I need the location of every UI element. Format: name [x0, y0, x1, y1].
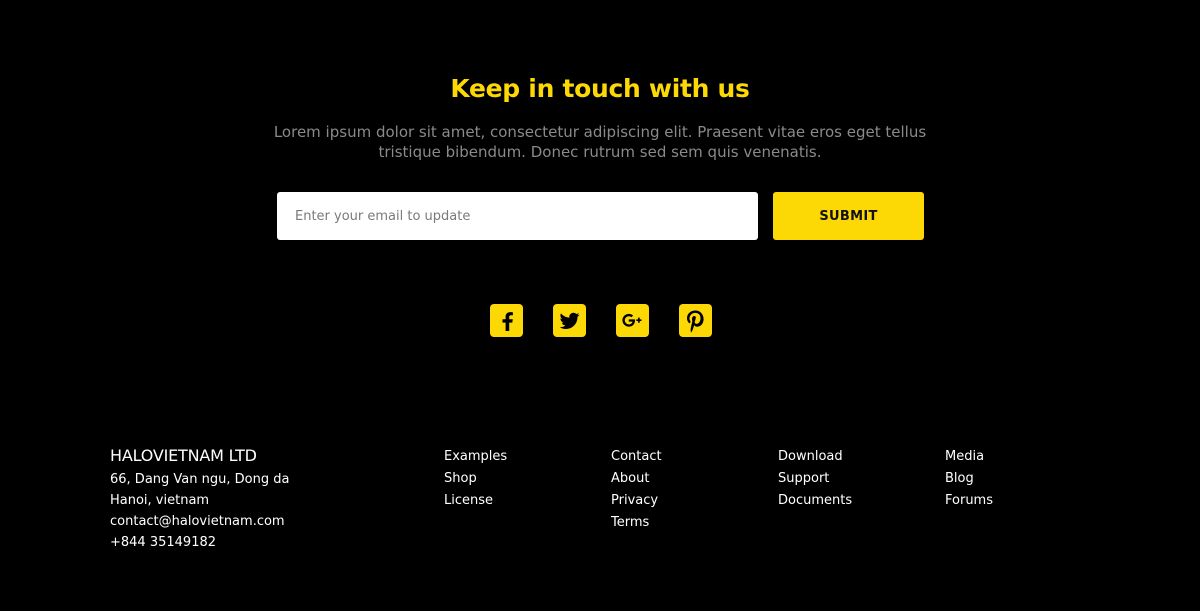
footer-link-examples[interactable]: Examples [444, 446, 507, 467]
newsletter-description: Lorem ipsum dolor sit amet, consectetur … [273, 123, 927, 161]
facebook-link[interactable] [490, 304, 523, 337]
footer-page: Keep in touch with us Lorem ipsum dolor … [0, 0, 1200, 611]
footer-link-download[interactable]: Download [778, 446, 843, 467]
footer-links-column-1: Examples Shop License [444, 445, 594, 511]
company-address-line1: 66, Dang Van ngu, Dong da [110, 472, 290, 487]
footer-link-privacy[interactable]: Privacy [611, 490, 658, 511]
twitter-icon [559, 312, 580, 329]
company-info: HALOVIETNAM LTD 66, Dang Van ngu, Dong d… [110, 445, 370, 553]
pinterest-link[interactable] [679, 304, 712, 337]
company-email: contact@halovietnam.com [110, 514, 285, 529]
footer-link-license[interactable]: License [444, 490, 493, 511]
footer-link-shop[interactable]: Shop [444, 468, 477, 489]
pinterest-icon [687, 310, 704, 333]
company-name: HALOVIETNAM LTD [110, 446, 257, 465]
twitter-link[interactable] [553, 304, 586, 337]
footer-link-terms[interactable]: Terms [611, 512, 649, 533]
newsletter-title: Keep in touch with us [450, 74, 750, 103]
footer-link-support[interactable]: Support [778, 468, 829, 489]
footer-links-column-3: Download Support Documents [778, 445, 928, 511]
email-input[interactable] [277, 192, 758, 240]
social-links [490, 304, 712, 337]
submit-button[interactable]: SUBMIT [773, 192, 924, 240]
google-plus-icon [622, 313, 642, 327]
footer-link-documents[interactable]: Documents [778, 490, 852, 511]
footer-link-blog[interactable]: Blog [945, 468, 974, 489]
footer-link-about[interactable]: About [611, 468, 649, 489]
facebook-icon [502, 312, 513, 331]
footer-links-column-2: Contact About Privacy Terms [611, 445, 761, 533]
company-phone: +844 35149182 [110, 535, 217, 550]
company-address-line2: Hanoi, vietnam [110, 493, 210, 508]
footer-link-contact[interactable]: Contact [611, 446, 662, 467]
footer-link-forums[interactable]: Forums [945, 490, 993, 511]
footer-links-column-4: Media Blog Forums [945, 445, 1095, 511]
footer-link-media[interactable]: Media [945, 446, 984, 467]
google-plus-link[interactable] [616, 304, 649, 337]
